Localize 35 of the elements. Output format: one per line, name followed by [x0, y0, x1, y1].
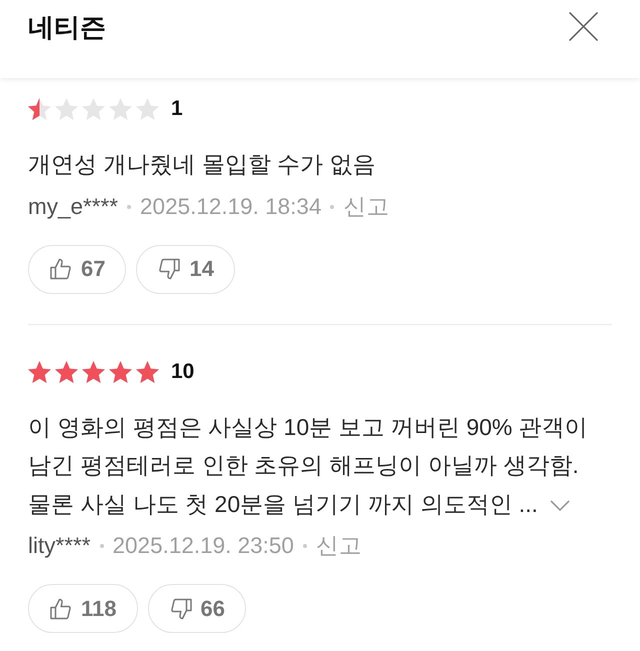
chevron-down-icon [550, 500, 570, 511]
separator-dot-icon [100, 544, 104, 548]
thumbs-up-icon [50, 258, 72, 280]
dislike-button[interactable]: 14 [136, 244, 235, 294]
dislike-button[interactable]: 66 [148, 584, 246, 633]
star-icon [28, 360, 51, 382]
review-text: 개연성 개나줬네 몰입할 수가 없음 [28, 150, 377, 179]
report-link[interactable]: 신고 [343, 194, 390, 220]
star-icon [55, 360, 78, 382]
star-icon [109, 98, 132, 120]
star-icon [82, 98, 105, 120]
star-icon [109, 360, 132, 382]
thumbs-down-icon [158, 258, 180, 280]
star-icon [55, 98, 78, 120]
star-icon [136, 98, 159, 120]
star-icon [82, 360, 105, 382]
separator-dot-icon [127, 204, 132, 208]
review-text[interactable]: 이 영화의 평점은 사실상 10분 보고 꺼버린 90% 관객이 남긴 평점테러로 인한 초유의 해프닝이 아닐까 생각함. 물론 사실 나도 첫 20분을 넘기기 까지 의도적인 ... [28, 408, 612, 523]
like-button[interactable]: 118 [28, 584, 138, 633]
author-name: my_e**** [28, 194, 118, 220]
separator-dot-icon [302, 544, 307, 548]
thumbs-up-icon [50, 598, 72, 620]
rating-score: 10 [171, 360, 194, 384]
star-icon [28, 98, 51, 120]
rating-score: 1 [171, 97, 183, 121]
close-icon[interactable] [569, 12, 598, 41]
author-name: lity**** [28, 533, 91, 559]
report-link[interactable]: 신고 [316, 533, 362, 559]
separator-dot-icon [330, 204, 334, 208]
thumbs-down-icon [170, 598, 192, 620]
review-date: 2025.12.19. 18:34 [140, 194, 322, 220]
review-date: 2025.12.19. 23:50 [112, 533, 294, 559]
header-title: 네티즌 [28, 11, 106, 43]
like-button[interactable]: 67 [28, 244, 126, 294]
star-icon [136, 360, 159, 382]
